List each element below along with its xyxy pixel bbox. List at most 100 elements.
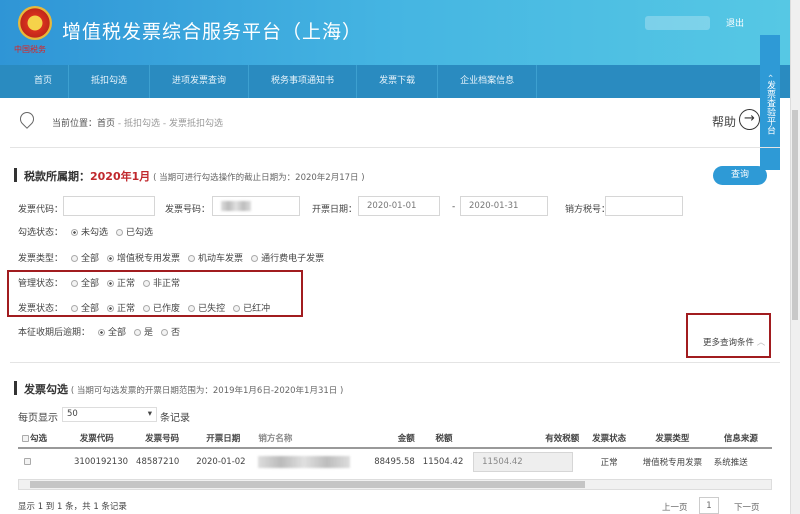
user-name-blurred bbox=[645, 16, 710, 30]
cell-number: 48587210 bbox=[136, 456, 180, 467]
radio-option-label[interactable]: 是 bbox=[144, 328, 153, 338]
col-select[interactable]: 勾选 bbox=[18, 428, 62, 448]
date-from-input[interactable]: 2020-01-01 bbox=[358, 196, 440, 216]
breadcrumb-home[interactable]: 首页 bbox=[97, 119, 115, 129]
prev-page-button[interactable]: 上一页 bbox=[662, 501, 688, 513]
tax-emblem-logo bbox=[18, 6, 52, 40]
radio-option-label[interactable]: 全部 bbox=[108, 328, 126, 338]
cell-source: 系统推送 bbox=[713, 457, 748, 468]
highlight-box-status bbox=[7, 270, 303, 317]
table-row[interactable]: 3100192130 48587210 2020-01-02 88495.58 … bbox=[18, 448, 772, 474]
col-code[interactable]: 发票代码 bbox=[62, 428, 133, 448]
col-type[interactable]: 发票类型 bbox=[635, 428, 710, 448]
breadcrumb: 当前位置：首页 - 抵扣勾选 - 发票抵扣勾选 bbox=[52, 116, 223, 129]
radio-option-label[interactable]: 增值税专用发票 bbox=[117, 254, 180, 264]
invoice-date-label: 开票日期： bbox=[312, 205, 358, 215]
date-separator: - bbox=[452, 202, 456, 212]
nav-home[interactable]: 首页 bbox=[0, 65, 70, 98]
radio-button[interactable] bbox=[188, 255, 196, 262]
more-conditions-toggle[interactable]: 更多查询条件 ︿ bbox=[703, 336, 765, 348]
overdue-label: 本征收期后逾期： bbox=[18, 328, 91, 338]
divider bbox=[10, 362, 780, 363]
cell-status: 正常 bbox=[600, 457, 618, 468]
invoice-type-radio-group: 发票类型： 全部 增值税专用发票 机动车发票 通行费电子发票 bbox=[18, 251, 324, 264]
invoice-select-heading: 发票勾选 ( 当期可勾选发票的开票日期范围为：2019年1月6日-2020年1月… bbox=[24, 381, 343, 397]
chevron-up-icon: ︿ bbox=[754, 338, 766, 348]
seller-tax-label: 销方税号： bbox=[565, 205, 611, 215]
cell-type: 增值税专用发票 bbox=[642, 457, 703, 468]
blurred-value bbox=[221, 201, 251, 211]
invoice-code-input[interactable] bbox=[63, 196, 155, 216]
page-scroll-thumb[interactable] bbox=[792, 110, 798, 320]
cell-code: 3100192130 bbox=[73, 456, 129, 467]
section-marker bbox=[14, 381, 17, 395]
valid-tax-input[interactable]: 11504.42 bbox=[473, 451, 574, 472]
radio-option-label[interactable]: 否 bbox=[171, 328, 180, 338]
record-count: 显示 1 到 1 条，共 1 条记录 bbox=[18, 502, 127, 512]
next-page-button[interactable]: 下一页 bbox=[734, 501, 760, 513]
col-seller[interactable]: 销方名称 bbox=[254, 428, 368, 448]
radio-button[interactable] bbox=[107, 255, 115, 262]
col-date[interactable]: 开票日期 bbox=[192, 428, 254, 448]
divider bbox=[10, 147, 780, 148]
radio-option-label[interactable]: 全部 bbox=[81, 254, 99, 264]
nav-invoice-download[interactable]: 发票下载 bbox=[357, 65, 439, 98]
radio-button[interactable] bbox=[71, 229, 79, 236]
radio-button[interactable] bbox=[161, 329, 169, 336]
breadcrumb-level2[interactable]: 抵扣勾选 bbox=[124, 119, 160, 129]
invoice-number-input[interactable] bbox=[212, 196, 300, 216]
col-status[interactable]: 发票状态 bbox=[583, 428, 635, 448]
cell-date: 2020-01-02 bbox=[196, 456, 246, 467]
arrow-right-circle-icon[interactable]: → bbox=[739, 109, 760, 130]
col-valid-tax[interactable]: 有效税额 bbox=[469, 428, 583, 448]
cell-seller-blurred bbox=[254, 448, 368, 474]
radio-option-label[interactable]: 机动车发票 bbox=[198, 254, 243, 264]
main-nav: 首页 抵扣勾选 进项发票查询 税务事项通知书 发票下载 企业档案信息 bbox=[0, 65, 790, 98]
col-source[interactable]: 信息来源 bbox=[710, 428, 772, 448]
tax-period-heading: 税款所属期：2020年1月 ( 当期可进行勾选操作的截止日期为：2020年2月1… bbox=[24, 168, 365, 184]
col-amount[interactable]: 金额 bbox=[368, 428, 418, 448]
logo-text: 中国税务 bbox=[14, 45, 46, 54]
invoice-number-label: 发票号码： bbox=[165, 205, 211, 215]
per-page-select[interactable]: 50 ▾ bbox=[62, 407, 157, 422]
overdue-radio-group: 本征收期后逾期： 全部 是 否 bbox=[18, 325, 180, 338]
radio-option-label[interactable]: 已勾选 bbox=[126, 228, 153, 238]
nav-enterprise-info[interactable]: 企业档案信息 bbox=[438, 65, 538, 98]
date-to-input[interactable]: 2020-01-31 bbox=[460, 196, 548, 216]
cell-tax: 11504.42 bbox=[422, 456, 464, 467]
table-header-row: 勾选 发票代码 发票号码 开票日期 销方名称 金额 税额 有效税额 发票状态 发… bbox=[18, 428, 772, 448]
cell-valid-tax[interactable]: 11504.42 bbox=[469, 448, 583, 474]
tax-period-note: ( 当期可进行勾选操作的截止日期为：2020年2月17日 ) bbox=[153, 173, 365, 183]
col-tax[interactable]: 税额 bbox=[419, 428, 469, 448]
radio-button[interactable] bbox=[134, 329, 142, 336]
radio-option-label[interactable]: 通行费电子发票 bbox=[261, 254, 324, 264]
invoice-verify-side-tab[interactable]: ‹ 发票查验平台 bbox=[760, 35, 780, 170]
current-page-button[interactable]: 1 bbox=[699, 497, 719, 514]
more-conditions-label: 更多查询条件 bbox=[703, 338, 755, 348]
nav-input-invoice-query[interactable]: 进项发票查询 bbox=[150, 65, 250, 98]
row-checkbox[interactable] bbox=[24, 457, 31, 465]
per-page-value: 50 bbox=[67, 409, 78, 419]
table-scroll-thumb[interactable] bbox=[30, 481, 585, 488]
invoice-table: 勾选 发票代码 发票号码 开票日期 销方名称 金额 税额 有效税额 发票状态 发… bbox=[18, 428, 772, 474]
per-page-suffix: 条记录 bbox=[160, 413, 190, 424]
caret-down-icon: ▾ bbox=[147, 409, 152, 419]
help-link[interactable]: 帮助 bbox=[712, 113, 736, 130]
breadcrumb-prefix: 当前位置： bbox=[52, 119, 98, 129]
radio-button[interactable] bbox=[116, 229, 124, 236]
nav-tax-notice[interactable]: 税务事项通知书 bbox=[249, 65, 358, 98]
radio-button[interactable] bbox=[98, 329, 106, 336]
col-number[interactable]: 发票号码 bbox=[132, 428, 192, 448]
per-page-label: 每页显示 bbox=[18, 413, 58, 424]
check-status-label: 勾选状态： bbox=[18, 228, 64, 238]
logout-link[interactable]: 退出 bbox=[726, 16, 744, 29]
seller-tax-input[interactable] bbox=[605, 196, 683, 216]
select-all-checkbox[interactable] bbox=[22, 434, 29, 442]
query-button[interactable]: 查询 bbox=[713, 166, 767, 185]
nav-deduction-select[interactable]: 抵扣勾选 bbox=[69, 65, 151, 98]
radio-button[interactable] bbox=[71, 255, 79, 262]
location-pin-icon bbox=[17, 109, 37, 129]
radio-button[interactable] bbox=[251, 255, 259, 262]
invoice-select-note: ( 当期可勾选发票的开票日期范围为：2019年1月6日-2020年1月31日 ) bbox=[70, 386, 344, 396]
radio-option-label[interactable]: 未勾选 bbox=[81, 228, 108, 238]
